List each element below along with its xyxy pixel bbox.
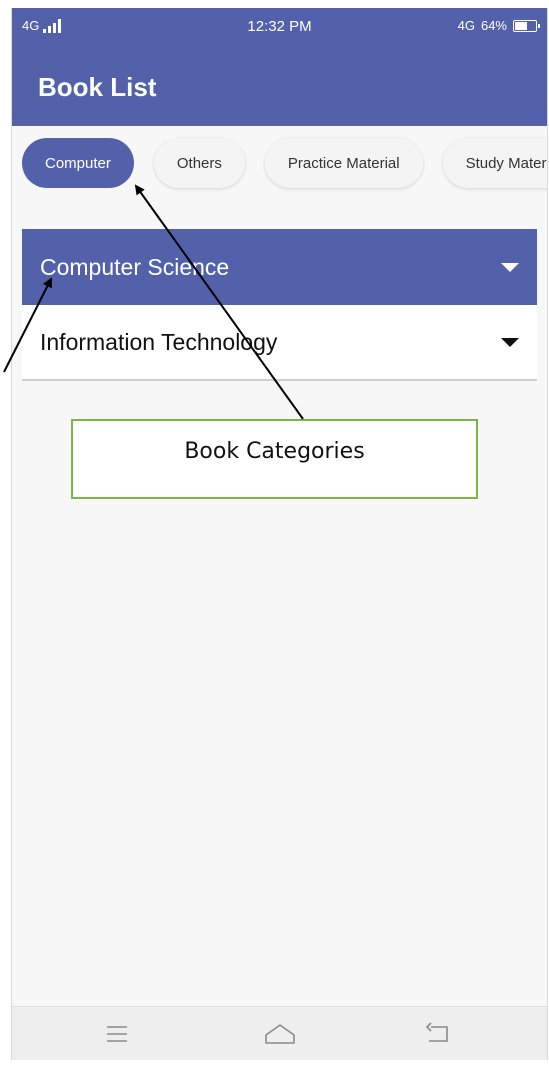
- panel-computer-science[interactable]: Computer Science: [22, 229, 537, 305]
- chip-others[interactable]: Others: [153, 138, 245, 188]
- caret-down-icon: [501, 262, 519, 272]
- status-right: 4G 64%: [457, 18, 540, 33]
- page-title: Book List: [38, 72, 157, 102]
- category-chips: Computer Others Practice Material Study …: [22, 138, 547, 188]
- status-bar: 4G 12:32 PM 4G 64%: [12, 8, 547, 46]
- chip-computer[interactable]: Computer: [22, 138, 134, 188]
- annotation-callout: Book Categories: [71, 419, 478, 499]
- phone-screen: 4G 12:32 PM 4G 64% Book List Computer Ot…: [11, 8, 548, 1060]
- navigation-bar: [12, 1006, 547, 1060]
- back-icon[interactable]: [419, 1021, 459, 1047]
- battery-fill: [515, 21, 527, 30]
- battery-icon: [513, 19, 540, 32]
- chip-practice-material[interactable]: Practice Material: [264, 138, 423, 188]
- callout-text: Book Categories: [184, 439, 365, 464]
- panel-label: Information Technology: [40, 328, 278, 355]
- home-icon[interactable]: [260, 1021, 300, 1047]
- caret-down-icon: [501, 337, 519, 347]
- network-label-right: 4G: [457, 18, 475, 33]
- chip-study-material[interactable]: Study Material: [442, 138, 547, 188]
- panel-information-technology[interactable]: Information Technology: [22, 305, 537, 381]
- panel-label: Computer Science: [40, 253, 230, 280]
- app-bar: Book List: [12, 46, 547, 126]
- menu-icon[interactable]: [97, 1021, 137, 1047]
- battery-percent: 64%: [480, 18, 507, 33]
